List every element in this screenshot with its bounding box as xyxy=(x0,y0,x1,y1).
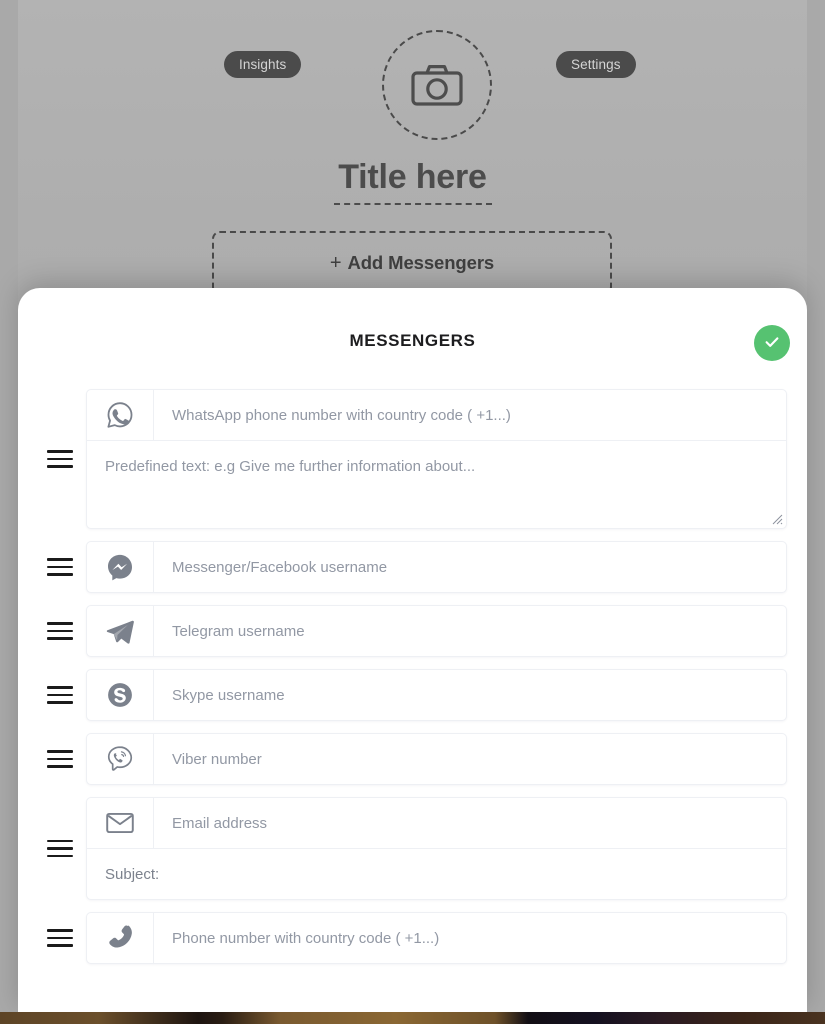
field-card-messenger xyxy=(86,541,787,593)
email-subject-input[interactable] xyxy=(87,849,786,899)
phone-input[interactable] xyxy=(154,913,786,963)
drag-handle-line xyxy=(47,750,73,753)
drag-handle-line xyxy=(47,629,73,633)
drag-handle-whatsapp[interactable] xyxy=(18,450,86,468)
drag-handle-line xyxy=(47,558,73,561)
field-line-email xyxy=(87,798,786,848)
drag-handle-messenger[interactable] xyxy=(18,558,86,576)
viber-input[interactable] xyxy=(154,734,786,784)
messenger-rows-list xyxy=(18,389,807,976)
confirm-button[interactable] xyxy=(754,325,790,361)
email-input[interactable] xyxy=(154,798,786,848)
drag-handle-phone[interactable] xyxy=(18,929,86,947)
drag-handle-line xyxy=(47,622,73,625)
field-line-whatsapp xyxy=(87,390,786,440)
drag-handle-line xyxy=(47,929,73,932)
messenger-row-telegram xyxy=(18,605,807,657)
drag-handle-viber[interactable] xyxy=(18,750,86,768)
facebook-messenger-icon xyxy=(87,542,154,592)
drag-handle-line xyxy=(47,757,73,761)
field-card-email xyxy=(86,797,787,900)
field-card-viber xyxy=(86,733,787,785)
bottom-photo-strip xyxy=(0,1012,825,1024)
envelope-icon xyxy=(87,798,154,848)
add-messengers-button[interactable]: + Add Messengers xyxy=(212,231,612,295)
messengers-modal: MESSENGERS xyxy=(18,288,807,1012)
page-title-underline xyxy=(333,203,492,205)
messenger-row-phone xyxy=(18,912,807,964)
avatar-upload-placeholder[interactable] xyxy=(382,30,492,140)
drag-handle-line xyxy=(47,565,73,569)
app-screen: Insights Settings Title here + Add Messe… xyxy=(0,0,825,1024)
email-extra-area xyxy=(87,848,786,899)
camera-icon xyxy=(411,64,463,106)
whatsapp-extra-area xyxy=(87,440,786,528)
drag-handle-line xyxy=(47,637,73,640)
messenger-row-messenger xyxy=(18,541,807,593)
drag-handle-line xyxy=(47,854,73,858)
field-line-skype xyxy=(87,670,786,720)
field-card-skype xyxy=(86,669,787,721)
plus-icon: + xyxy=(329,251,342,274)
drag-handle-line xyxy=(47,465,73,468)
viber-icon xyxy=(87,734,154,784)
drag-handle-line xyxy=(47,693,73,697)
field-line-viber xyxy=(87,734,786,784)
settings-button[interactable]: Settings xyxy=(556,51,636,78)
drag-handle-line xyxy=(47,573,73,576)
telegram-input[interactable] xyxy=(154,606,786,656)
field-line-phone xyxy=(87,913,786,963)
field-card-whatsapp xyxy=(86,389,787,529)
field-line-telegram xyxy=(87,606,786,656)
phone-handset-icon xyxy=(87,913,154,963)
telegram-icon xyxy=(87,606,154,656)
drag-handle-line xyxy=(47,839,73,843)
drag-handle-line xyxy=(47,765,73,768)
add-messengers-label: Add Messengers xyxy=(347,252,495,273)
skype-input[interactable] xyxy=(154,670,786,720)
drag-handle-line xyxy=(47,457,73,461)
check-icon xyxy=(762,332,782,355)
drag-handle-line xyxy=(47,686,73,689)
messenger-row-viber xyxy=(18,733,807,785)
drag-handle-telegram[interactable] xyxy=(18,622,86,640)
insights-button[interactable]: Insights xyxy=(224,51,302,78)
field-card-phone xyxy=(86,912,787,964)
field-card-telegram xyxy=(86,605,787,657)
messenger-row-whatsapp xyxy=(18,389,807,529)
drag-handle-line xyxy=(47,936,73,940)
drag-handle-skype[interactable] xyxy=(18,686,86,704)
whatsapp-input[interactable] xyxy=(154,390,786,440)
drag-handle-line xyxy=(47,944,73,947)
drag-handle-email[interactable] xyxy=(18,839,86,858)
whatsapp-predefined-text-textarea[interactable] xyxy=(87,441,786,528)
modal-title: MESSENGERS xyxy=(349,331,476,350)
messenger-row-email xyxy=(18,797,807,900)
drag-handle-line xyxy=(47,701,73,704)
email-subject-line xyxy=(87,849,786,899)
field-line-messenger xyxy=(87,542,786,592)
messenger-row-skype xyxy=(18,669,807,721)
drag-handle-line xyxy=(47,847,73,850)
skype-icon xyxy=(87,670,154,720)
drag-handle-line xyxy=(47,450,73,453)
messenger-input[interactable] xyxy=(154,542,786,592)
whatsapp-icon xyxy=(87,390,154,440)
page-title[interactable]: Title here xyxy=(18,158,807,197)
